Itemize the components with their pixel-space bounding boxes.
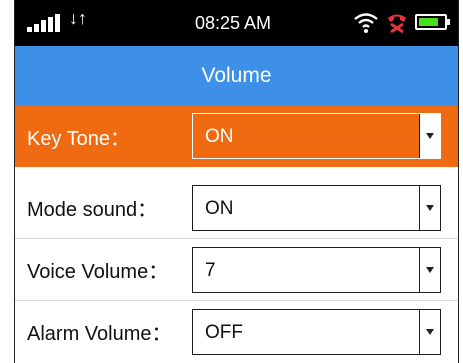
dropdown-button[interactable]: [419, 310, 440, 354]
setting-row-key-tone[interactable]: Key Tone： ON: [15, 106, 458, 167]
dropdown-button[interactable]: [419, 248, 440, 292]
dropdown-button[interactable]: [419, 186, 440, 230]
status-bar: ↓↑ 08:25 AM: [15, 0, 458, 46]
phone-screen: ↓↑ 08:25 AM Volume Key Tone： ON Mode sou…: [14, 0, 459, 363]
dropdown-button[interactable]: [419, 114, 440, 158]
setting-row-mode-sound[interactable]: Mode sound： ON: [15, 177, 458, 238]
setting-row-voice-volume[interactable]: Voice Volume： 7: [15, 239, 458, 300]
setting-label: Key Tone：: [27, 128, 131, 150]
chevron-down-icon: [426, 267, 434, 273]
setting-row-alarm-volume[interactable]: Alarm Volume： OFF: [15, 301, 458, 362]
page-title-bar: Volume: [15, 46, 458, 106]
alarm-volume-select[interactable]: OFF: [192, 309, 441, 355]
page-title: Volume: [201, 64, 272, 87]
select-value: ON: [205, 126, 234, 147]
wifi-icon: [354, 13, 378, 33]
sync-icon: ↓↑: [69, 8, 87, 28]
voice-volume-select[interactable]: 7: [192, 247, 441, 293]
select-value: ON: [205, 198, 234, 219]
battery-level: [419, 18, 438, 26]
setting-label: Mode sound：: [27, 199, 158, 221]
status-time: 08:25 AM: [195, 13, 272, 33]
setting-label: Alarm Volume：: [27, 323, 172, 345]
signal-icon: [27, 14, 67, 32]
setting-label: Voice Volume：: [27, 261, 169, 283]
chevron-down-icon: [426, 329, 434, 335]
key-tone-select[interactable]: ON: [192, 113, 441, 159]
select-value: 7: [205, 260, 216, 281]
battery-icon: [415, 14, 450, 30]
chevron-down-icon: [426, 133, 434, 139]
mode-sound-select[interactable]: ON: [192, 185, 441, 231]
select-value: OFF: [205, 322, 243, 343]
missed-call-icon: [388, 14, 406, 34]
chevron-down-icon: [426, 205, 434, 211]
